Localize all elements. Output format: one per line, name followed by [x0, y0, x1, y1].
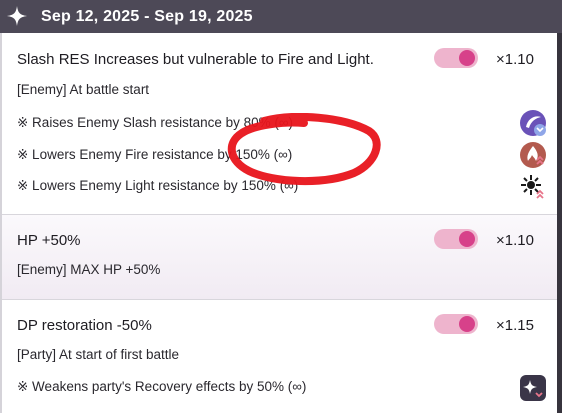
- effect-line: ※ Weakens party's Recovery effects by 50…: [17, 379, 307, 394]
- right-frame-border: [557, 33, 562, 413]
- toggle-knob: [459, 316, 475, 332]
- modifier-card-slash-res: Slash RES Increases but vulnerable to Fi…: [2, 33, 557, 215]
- toggle-knob: [459, 50, 475, 66]
- modifier-toggle[interactable]: [434, 314, 478, 334]
- effect-line: ※ Raises Enemy Slash resistance by 80% (…: [17, 115, 294, 130]
- toggle-knob: [459, 231, 475, 247]
- date-range-label: Sep 12, 2025 - Sep 19, 2025: [41, 8, 253, 25]
- modifier-title: HP +50%: [17, 232, 81, 249]
- score-multiplier: ×1.15: [496, 317, 534, 334]
- modifier-title: DP restoration -50%: [17, 317, 152, 334]
- recovery-down-icon: [520, 375, 546, 401]
- effect-line: ※ Lowers Enemy Light resistance by 150% …: [17, 178, 299, 193]
- modifier-condition: [Party] At start of first battle: [17, 347, 180, 362]
- modifier-toggle[interactable]: [434, 48, 478, 68]
- score-multiplier: ×1.10: [496, 51, 534, 68]
- slash-resist-up-icon: [520, 110, 546, 136]
- modifier-title: Slash RES Increases but vulnerable to Fi…: [17, 51, 374, 68]
- light-resist-down-icon: [521, 175, 544, 199]
- sparkle-icon: [7, 6, 27, 26]
- fire-resist-down-icon: [520, 142, 546, 168]
- date-range-header: Sep 12, 2025 - Sep 19, 2025: [0, 0, 562, 33]
- modifier-card-dp: DP restoration -50% ×1.15 [Party] At sta…: [2, 300, 557, 413]
- modifier-condition: [Enemy] MAX HP +50%: [17, 262, 161, 277]
- modifier-card-hp: HP +50% ×1.10 [Enemy] MAX HP +50%: [2, 215, 557, 300]
- effect-line: ※ Lowers Enemy Fire resistance by 150% (…: [17, 147, 293, 162]
- score-multiplier: ×1.10: [496, 232, 534, 249]
- modifier-toggle[interactable]: [434, 229, 478, 249]
- modifier-condition: [Enemy] At battle start: [17, 82, 150, 97]
